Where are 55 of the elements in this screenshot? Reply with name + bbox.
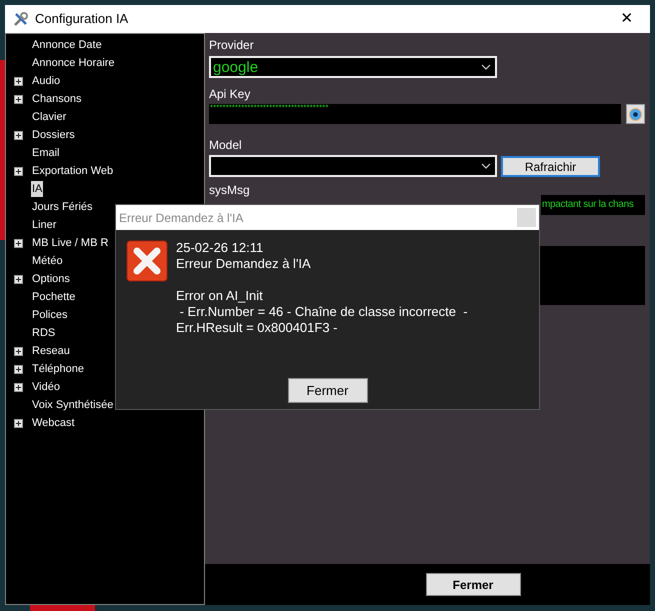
close-button[interactable]: Fermer	[426, 573, 520, 596]
tree-item[interactable]: RDS	[31, 324, 56, 342]
error-message-line: Erreur Demandez à l'IA	[176, 256, 312, 272]
tree-item[interactable]: Annonce Horaire	[31, 54, 116, 72]
tree-item[interactable]: Météo	[31, 252, 64, 270]
tree-item[interactable]: Liner	[31, 216, 58, 234]
window-title: Configuration IA	[35, 10, 130, 28]
expand-icon[interactable]	[14, 364, 23, 374]
tree-item[interactable]: Options	[31, 270, 71, 288]
error-message-line: Error on AI_Init	[176, 288, 264, 304]
error-icon	[126, 240, 168, 282]
field-label: sysMsg	[209, 183, 251, 197]
tree-item[interactable]: IA	[31, 180, 44, 198]
field-label: Api Key	[209, 87, 252, 101]
field-label: Provider	[209, 38, 255, 52]
tree-item[interactable]: Pochette	[31, 288, 76, 306]
provider-dropdown[interactable]: google	[209, 56, 497, 78]
tree-item[interactable]: Polices	[31, 306, 68, 324]
error-message-line: - Err.Number = 46 - Chaîne de classe incorrecte -	[178, 304, 468, 320]
api-key-field[interactable]: **************************************	[209, 104, 621, 124]
tree-item[interactable]: Exportation Web	[31, 162, 114, 180]
eye-icon	[629, 108, 642, 120]
tree-item[interactable]: Téléphone	[31, 360, 85, 378]
expand-icon[interactable]	[14, 76, 23, 86]
sys-msg-field[interactable]: mpactant sur la chans	[541, 195, 645, 215]
expand-icon[interactable]	[14, 130, 23, 140]
expand-icon[interactable]	[14, 166, 23, 176]
expand-icon[interactable]	[14, 94, 23, 104]
tree-item[interactable]: Vidéo	[31, 378, 61, 396]
expand-icon[interactable]	[14, 238, 23, 248]
model-dropdown[interactable]	[209, 155, 497, 177]
field-label: Model	[209, 138, 243, 152]
tree-item[interactable]: Voix Synthétisée	[31, 396, 114, 414]
tree-item[interactable]: Chansons	[31, 90, 83, 108]
eye-button[interactable]	[626, 104, 645, 124]
expand-icon[interactable]	[14, 274, 23, 284]
refresh-button[interactable]: Rafraichir	[501, 156, 600, 176]
tree-item[interactable]: Dossiers	[31, 126, 76, 144]
expand-icon[interactable]	[14, 418, 23, 428]
error-message-line: Err.HResult = 0x800401F3 -	[176, 320, 338, 336]
tree-item[interactable]: Webcast	[31, 414, 76, 432]
tree-item[interactable]: Clavier	[31, 108, 68, 126]
expand-icon[interactable]	[14, 346, 23, 356]
tree-item[interactable]: Email	[31, 144, 61, 162]
dialog-close-button[interactable]: Fermer	[288, 378, 368, 403]
close-button[interactable]: ✕	[612, 8, 642, 30]
tree-item[interactable]: Jours Fériés	[31, 198, 94, 216]
expand-icon[interactable]	[14, 382, 23, 392]
tree-item[interactable]: MB Live / MB R	[31, 234, 110, 252]
tools-icon	[13, 11, 29, 27]
dialog-title: Erreur Demandez à l'IA	[119, 210, 244, 226]
tree-item[interactable]: Audio	[31, 72, 62, 90]
tree-item[interactable]: Reseau	[31, 342, 71, 360]
error-message-line: 25-02-26 12:11	[176, 240, 264, 256]
tree-item[interactable]: Annonce Date	[31, 36, 103, 54]
